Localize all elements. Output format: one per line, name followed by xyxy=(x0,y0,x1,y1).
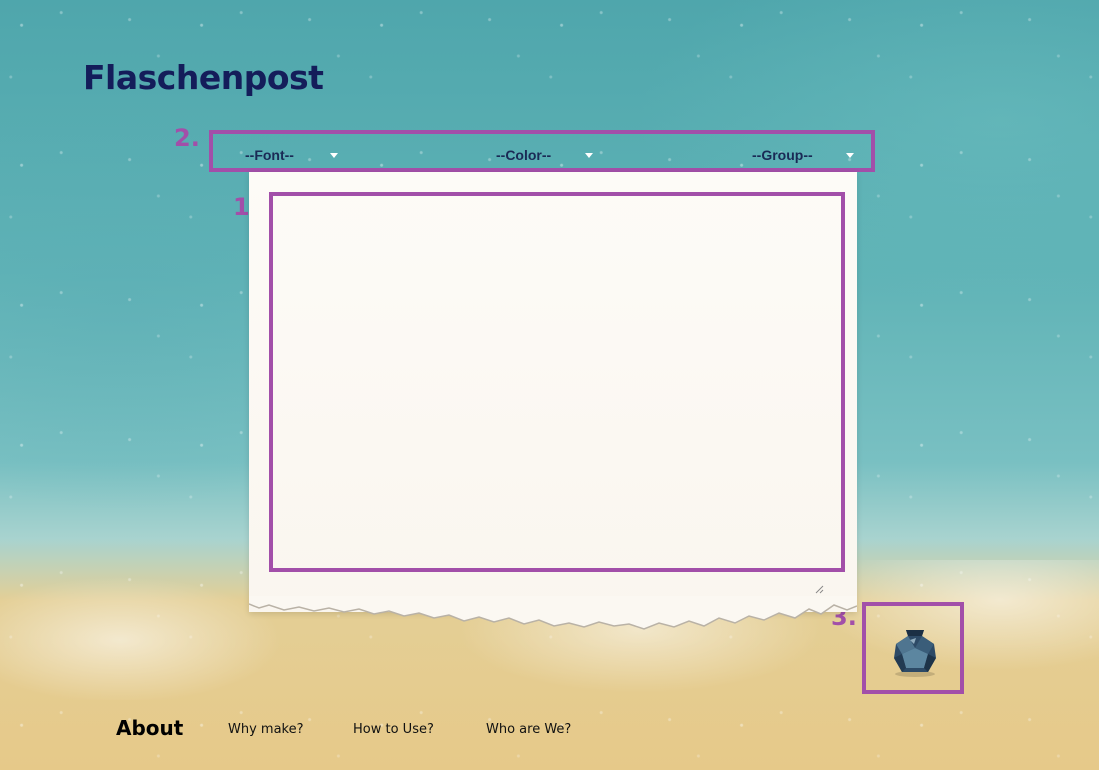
chevron-down-icon xyxy=(585,152,594,158)
bottle-icon xyxy=(894,630,936,677)
footer-link-why-make[interactable]: Why make? xyxy=(228,722,304,737)
group-select-label: --Group-- xyxy=(752,147,813,163)
color-select[interactable]: --Color-- xyxy=(496,147,594,163)
footer-link-how-to-use[interactable]: How to Use? xyxy=(353,722,434,737)
footer-link-who-are-we[interactable]: Who are We? xyxy=(486,722,571,737)
font-select[interactable]: --Font-- xyxy=(245,147,338,163)
resize-handle-icon[interactable] xyxy=(814,584,824,594)
marker-toolbar: 2. xyxy=(174,124,200,152)
chevron-down-icon xyxy=(329,152,338,158)
message-textarea[interactable] xyxy=(269,192,845,572)
font-select-label: --Font-- xyxy=(245,147,294,163)
formatting-toolbar: --Font-- --Color-- --Group-- xyxy=(209,130,875,172)
group-select[interactable]: --Group-- xyxy=(752,147,854,163)
footer-about-heading[interactable]: About xyxy=(116,716,183,740)
torn-paper-edge xyxy=(249,596,857,630)
page-title: Flaschenpost xyxy=(83,58,324,97)
chevron-down-icon xyxy=(845,152,854,158)
color-select-label: --Color-- xyxy=(496,147,552,163)
